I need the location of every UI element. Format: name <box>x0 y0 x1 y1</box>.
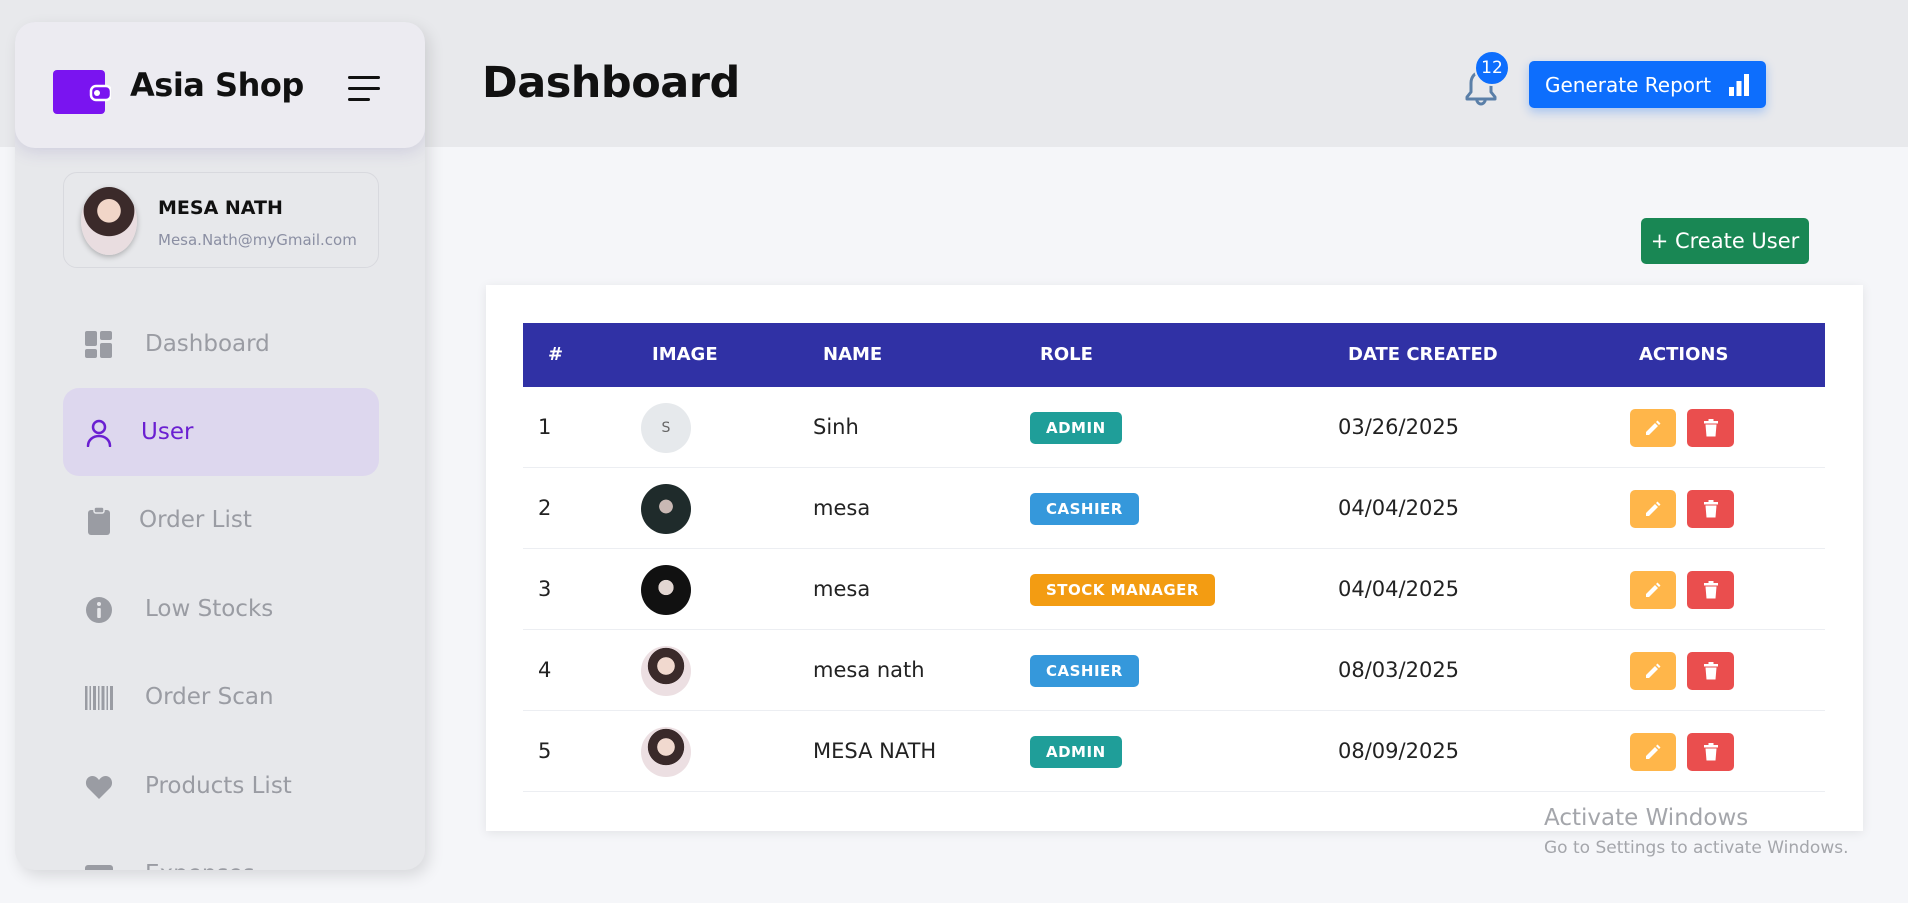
date-created: 04/04/2025 <box>1338 496 1460 520</box>
date-created: 08/03/2025 <box>1338 658 1460 682</box>
delete-button[interactable] <box>1687 733 1734 771</box>
trash-icon <box>1703 500 1718 518</box>
profile-email: Mesa.Nath@myGmail.com <box>158 231 357 249</box>
user-name: mesa <box>813 577 871 601</box>
column-header-name: NAME <box>823 344 883 365</box>
brand-header: Asia Shop <box>15 22 425 148</box>
bar-chart-icon <box>1729 74 1749 96</box>
column-header-role: ROLE <box>1040 344 1093 365</box>
sidebar-item-order-scan[interactable]: Order Scan <box>63 653 379 741</box>
dashboard-icon <box>85 331 112 358</box>
user-photo <box>641 646 691 696</box>
pencil-icon <box>1646 663 1661 678</box>
profile-card[interactable]: MESA NATH Mesa.Nath@myGmail.com <box>63 172 379 268</box>
role-badge: CASHIER <box>1030 655 1139 687</box>
sidebar-item-products-list[interactable]: Products List <box>63 742 379 830</box>
role-badge: STOCK MANAGER <box>1030 574 1215 606</box>
row-index: 3 <box>538 577 552 601</box>
generate-report-button[interactable]: Generate Report <box>1529 61 1766 108</box>
pencil-icon <box>1646 744 1661 759</box>
table-row: 3 mesa STOCK MANAGER 04/04/2025 <box>523 549 1825 630</box>
barcode-icon <box>85 686 113 710</box>
activation-watermark-subtitle: Go to Settings to activate Windows. <box>1544 838 1849 858</box>
row-index: 2 <box>538 496 552 520</box>
role-badge: ADMIN <box>1030 736 1122 768</box>
card-icon <box>85 865 113 870</box>
brand-name: Asia Shop <box>130 66 304 104</box>
trash-icon <box>1703 581 1718 599</box>
table-row: 2 mesa CASHIER 04/04/2025 <box>523 468 1825 549</box>
table-row: 4 mesa nath CASHIER 08/03/2025 <box>523 630 1825 711</box>
user-icon <box>86 419 112 447</box>
sidebar-item-low-stocks[interactable]: Low Stocks <box>63 565 379 653</box>
row-index: 5 <box>538 739 552 763</box>
activation-watermark-title: Activate Windows <box>1544 805 1749 831</box>
delete-button[interactable] <box>1687 409 1734 447</box>
profile-name: MESA NATH <box>158 197 283 219</box>
sidebar-item-label: Products List <box>145 773 292 799</box>
user-name: mesa nath <box>813 658 925 682</box>
sidebar-item-label: Dashboard <box>145 331 270 357</box>
sidebar: Asia Shop MESA NATH Mesa.Nath@myGmail.co… <box>15 22 425 870</box>
date-created: 08/09/2025 <box>1338 739 1460 763</box>
create-user-button[interactable]: + Create User <box>1641 218 1809 264</box>
date-created: 04/04/2025 <box>1338 577 1460 601</box>
sidebar-item-expenses[interactable]: Expenses <box>63 830 379 870</box>
pencil-icon <box>1646 501 1661 516</box>
sidebar-item-dashboard[interactable]: Dashboard <box>63 300 379 388</box>
column-header-index: # <box>548 344 564 365</box>
table-header: # IMAGE NAME ROLE DATE CREATED ACTIONS <box>523 323 1825 387</box>
user-photo <box>641 565 691 615</box>
row-index: 1 <box>538 415 552 439</box>
user-photo <box>641 484 691 534</box>
column-header-actions: ACTIONS <box>1639 344 1729 365</box>
clipboard-icon <box>88 507 110 535</box>
sidebar-item-label: Order List <box>139 507 252 533</box>
trash-icon <box>1703 662 1718 680</box>
sidebar-item-user[interactable]: User <box>63 388 379 476</box>
sidebar-item-order-list[interactable]: Order List <box>63 476 379 564</box>
table-row: 5 MESA NATH ADMIN 08/09/2025 <box>523 711 1825 792</box>
delete-button[interactable] <box>1687 571 1734 609</box>
column-header-date: DATE CREATED <box>1348 344 1498 365</box>
avatar <box>81 187 137 255</box>
pencil-icon <box>1646 582 1661 597</box>
sidebar-item-label: Order Scan <box>145 684 274 710</box>
trash-icon <box>1703 419 1718 437</box>
edit-button[interactable] <box>1630 490 1676 528</box>
menu-toggle-icon[interactable] <box>348 76 382 104</box>
edit-button[interactable] <box>1630 409 1676 447</box>
role-badge: ADMIN <box>1030 412 1122 444</box>
generate-report-label: Generate Report <box>1545 72 1712 97</box>
edit-button[interactable] <box>1630 652 1676 690</box>
sidebar-item-label: Expenses <box>145 861 255 870</box>
notification-badge: 12 <box>1474 50 1510 86</box>
user-name: mesa <box>813 496 871 520</box>
delete-button[interactable] <box>1687 652 1734 690</box>
table-row: 1 S Sinh ADMIN 03/26/2025 <box>523 387 1825 468</box>
wallet-icon <box>53 70 111 114</box>
sidebar-item-label: Low Stocks <box>145 596 274 622</box>
date-created: 03/26/2025 <box>1338 415 1460 439</box>
edit-button[interactable] <box>1630 571 1676 609</box>
row-index: 4 <box>538 658 552 682</box>
delete-button[interactable] <box>1687 490 1734 528</box>
pencil-icon <box>1646 420 1661 435</box>
heart-icon <box>85 776 113 799</box>
user-photo <box>641 727 691 777</box>
user-initial-avatar: S <box>641 403 691 453</box>
info-icon <box>86 597 112 623</box>
user-name: MESA NATH <box>813 739 937 763</box>
column-header-image: IMAGE <box>652 344 718 365</box>
trash-icon <box>1703 743 1718 761</box>
role-badge: CASHIER <box>1030 493 1139 525</box>
page-title: Dashboard <box>482 58 740 108</box>
user-name: Sinh <box>813 415 859 439</box>
edit-button[interactable] <box>1630 733 1676 771</box>
sidebar-item-label: User <box>141 419 194 445</box>
